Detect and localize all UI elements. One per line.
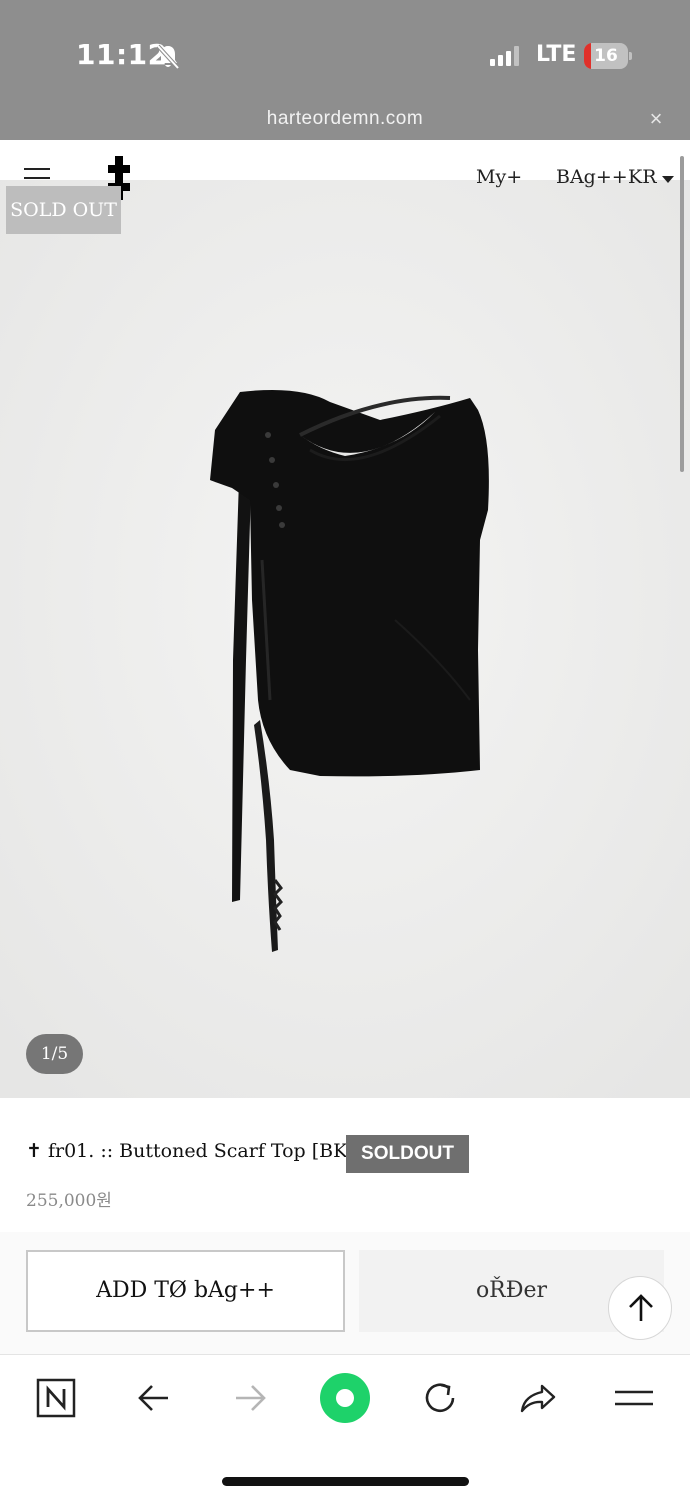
bag-link[interactable]: BAg++ bbox=[556, 166, 628, 188]
home-indicator[interactable] bbox=[222, 1477, 469, 1486]
naver-n-icon[interactable] bbox=[32, 1374, 80, 1422]
language-selector[interactable]: KR bbox=[628, 166, 657, 188]
forward-arrow-icon[interactable] bbox=[226, 1374, 274, 1422]
share-icon[interactable] bbox=[514, 1374, 562, 1422]
gallery-page-indicator: 1/5 bbox=[26, 1034, 83, 1074]
add-to-bag-button[interactable]: ADD TØ bAg++ bbox=[26, 1250, 345, 1332]
sold-out-overlay: SOLD OUT bbox=[6, 186, 121, 234]
product-image[interactable] bbox=[0, 180, 690, 1098]
arrow-up-icon bbox=[629, 1294, 653, 1321]
scrollbar[interactable] bbox=[680, 156, 684, 472]
cellular-signal-icon bbox=[490, 46, 519, 66]
address-bar-url[interactable]: harteordemn.com bbox=[0, 108, 690, 130]
chevron-down-icon[interactable] bbox=[662, 176, 674, 183]
black-scarf-top-image bbox=[0, 180, 690, 1098]
product-title: ✝ fr01. :: Buttoned Scarf Top [BK] bbox=[26, 1140, 355, 1162]
bell-slash-icon bbox=[156, 44, 180, 70]
battery-level: 16 bbox=[594, 46, 618, 66]
back-arrow-icon[interactable] bbox=[130, 1374, 178, 1422]
my-account-link[interactable]: My+ bbox=[476, 166, 522, 188]
menu-icon[interactable] bbox=[610, 1374, 658, 1422]
battery-icon: 16 bbox=[584, 43, 632, 69]
scroll-to-top-button[interactable] bbox=[608, 1276, 672, 1340]
menu-button[interactable] bbox=[24, 168, 50, 188]
status-badge: SOLDOUT bbox=[346, 1135, 469, 1173]
product-price: 255,000원 bbox=[26, 1191, 112, 1211]
green-dot-icon[interactable] bbox=[318, 1371, 372, 1425]
status-time: 11:12 bbox=[76, 38, 168, 71]
reload-icon[interactable] bbox=[416, 1374, 464, 1422]
network-type: LTE bbox=[536, 42, 577, 67]
close-icon[interactable]: × bbox=[644, 108, 668, 132]
